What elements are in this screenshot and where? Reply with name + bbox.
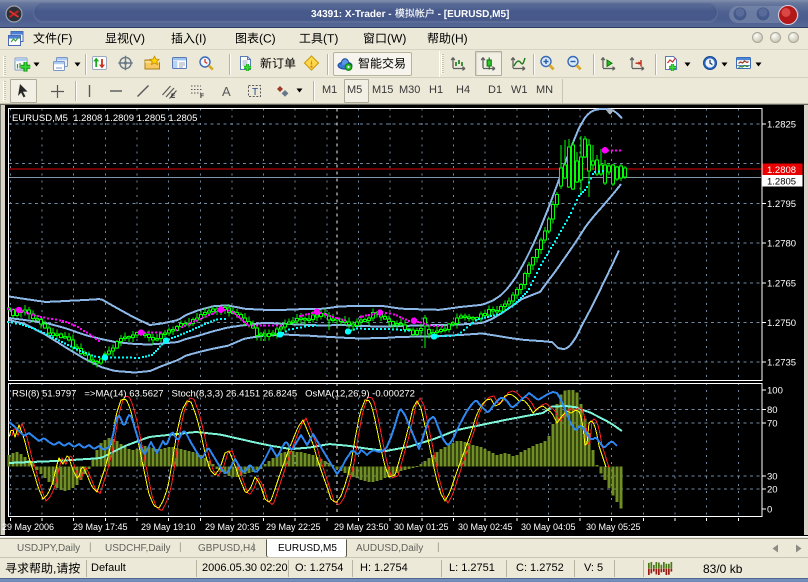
- svg-text:(W): (W): [387, 32, 406, 46]
- svg-text:1.2750: 1.2750: [767, 318, 796, 329]
- svg-text:1.2808: 1.2808: [767, 165, 796, 176]
- svg-text:E: E: [171, 93, 176, 99]
- svg-text:1.2795: 1.2795: [767, 199, 796, 210]
- svg-text:0: 0: [767, 505, 772, 516]
- svg-text:1.2780: 1.2780: [767, 239, 796, 250]
- svg-text:,: ,: [53, 562, 56, 576]
- svg-text:29 May 17:45: 29 May 17:45: [73, 522, 128, 532]
- svg-text:T: T: [252, 87, 258, 98]
- svg-text:1.2735: 1.2735: [767, 358, 796, 369]
- svg-text:(H): (H): [451, 32, 468, 46]
- svg-text:80: 80: [767, 405, 778, 416]
- svg-text:29 May 2006: 29 May 2006: [2, 522, 54, 532]
- svg-text:29 May 22:25: 29 May 22:25: [266, 522, 321, 532]
- svg-text:30: 30: [767, 472, 778, 483]
- svg-text:30 May 01:25: 30 May 01:25: [394, 522, 449, 532]
- svg-text:1.2765: 1.2765: [767, 278, 796, 289]
- svg-text:34391: X-Trader -: 34391: X-Trader -: [311, 9, 394, 20]
- svg-text:30 May 02:45: 30 May 02:45: [458, 522, 513, 532]
- svg-text:(T): (T): [323, 32, 338, 46]
- svg-text:1.2805: 1.2805: [767, 176, 796, 187]
- svg-text:30 May 05:25: 30 May 05:25: [586, 522, 641, 532]
- svg-text:29 May 20:35: 29 May 20:35: [205, 522, 260, 532]
- svg-text:F: F: [200, 93, 204, 99]
- svg-text:30 May 04:05: 30 May 04:05: [521, 522, 576, 532]
- svg-text:1.2825: 1.2825: [767, 120, 796, 131]
- svg-text:A: A: [222, 84, 231, 99]
- svg-text:100: 100: [767, 386, 783, 397]
- svg-text:(F): (F): [57, 32, 72, 46]
- svg-text:(V): (V): [129, 32, 145, 46]
- svg-text:RSI(8) 51.9797 =>MA(14) 63.5: RSI(8) 51.9797 =>MA(14) 63.5627 Stoch(8,…: [12, 389, 415, 400]
- svg-text:29 May 19:10: 29 May 19:10: [141, 522, 196, 532]
- svg-text:70: 70: [767, 419, 778, 430]
- svg-text:(C): (C): [259, 32, 276, 46]
- svg-text:20: 20: [767, 485, 778, 496]
- svg-text:- [EURUSD,M5]: - [EURUSD,M5]: [435, 9, 509, 20]
- svg-text:(I): (I): [195, 32, 206, 46]
- svg-text:EURUSD,M5 1.2808 1.2809 1.280: EURUSD,M5 1.2808 1.2809 1.2805 1.2805: [12, 113, 197, 124]
- svg-text:29 May 23:50: 29 May 23:50: [334, 522, 389, 532]
